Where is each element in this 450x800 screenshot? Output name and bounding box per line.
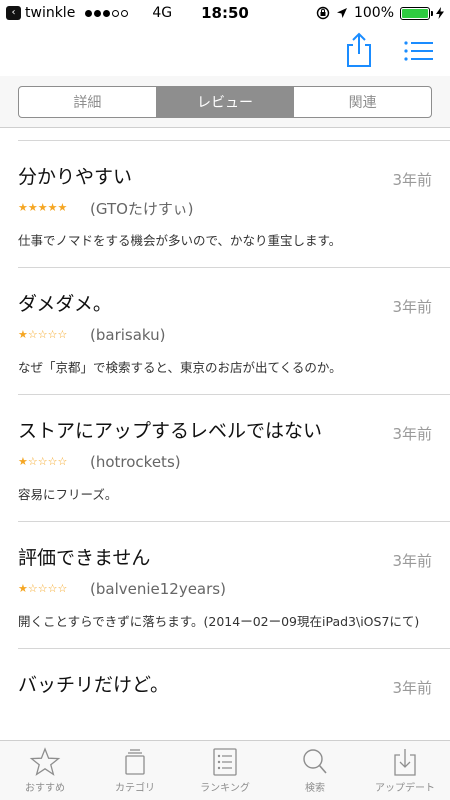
rating-stars: ★ ☆ ☆ ☆ ☆ (18, 329, 82, 341)
tab-categories[interactable]: カテゴリ (90, 741, 180, 800)
review-author: (balvenie12years) (90, 580, 226, 598)
segment-reviews[interactable]: レビュー (156, 87, 295, 117)
share-icon[interactable] (344, 32, 374, 68)
tab-label: おすすめ (25, 783, 65, 794)
rotation-lock-icon (316, 6, 330, 20)
star-icon (29, 747, 61, 776)
review-age: 3年前 (392, 552, 432, 570)
star-empty-icon: ☆ (47, 328, 58, 341)
charging-bolt-icon (436, 7, 444, 19)
rating-stars: ★ ★ ★ ★ ★ (18, 202, 82, 214)
segment-related[interactable]: 関連 (294, 87, 431, 117)
categories-icon (125, 749, 145, 775)
tab-updates[interactable]: アップデート (360, 741, 450, 800)
review-item[interactable]: バッチリだけど。 3年前 (0, 649, 450, 715)
star-filled-icon: ★ (18, 201, 28, 214)
star-empty-icon: ☆ (27, 582, 38, 595)
star-filled-icon: ★ (47, 201, 58, 214)
review-age: 3年前 (392, 679, 432, 697)
tab-ranking[interactable]: ランキング (180, 741, 270, 800)
battery-percent: 100% (353, 5, 394, 21)
star-filled-icon: ★ (37, 201, 48, 214)
review-title: 分かりやすい (18, 166, 133, 188)
review-item[interactable]: 評価できません 3年前 ★ ☆ ☆ ☆ ☆ (balvenie12years) 開くこと… (0, 522, 450, 648)
review-title: バッチリだけど。 (18, 674, 170, 696)
star-empty-icon: ☆ (47, 582, 58, 595)
ranking-icon (213, 748, 237, 776)
tab-search[interactable]: 検索 (270, 741, 360, 800)
rating-stars: ★ ☆ ☆ ☆ ☆ (18, 456, 82, 468)
location-arrow-icon (336, 8, 347, 18)
back-chevron-icon[interactable]: ‹ (6, 6, 21, 20)
review-age: 3年前 (392, 171, 432, 189)
tab-featured[interactable]: おすすめ (0, 741, 90, 800)
star-filled-icon: ★ (18, 328, 28, 341)
list-icon[interactable] (404, 40, 434, 62)
star-filled-icon: ★ (18, 582, 28, 595)
star-empty-icon: ☆ (57, 582, 68, 595)
review-title: ダメダメ。 (18, 293, 112, 315)
status-bar: ‹ twinkle 4G 18:50 100% (0, 0, 450, 26)
review-title: ストアにアップするレベルではない (18, 420, 323, 442)
segment-bar: 詳細 レビュー 関連 (0, 76, 450, 128)
reviews-list[interactable]: 分かりやすい 3年前 ★ ★ ★ ★ ★ (GTOたけすぃ) 仕事でノマドをする機会が多… (0, 140, 450, 740)
segment-details[interactable]: 詳細 (19, 87, 157, 117)
updates-icon (394, 749, 416, 776)
star-empty-icon: ☆ (37, 328, 48, 341)
star-empty-icon: ☆ (37, 582, 48, 595)
review-body: 仕事でノマドをする機会が多いので、かなり重宝します。 (18, 233, 342, 248)
review-author: (barisaku) (90, 326, 166, 344)
review-body: 開くことすらできずに落ちます。(2014ー02ー09現在iPad3\iOS7にて… (18, 614, 420, 629)
star-filled-icon: ★ (57, 201, 68, 214)
review-item[interactable]: ダメダメ。 3年前 ★ ☆ ☆ ☆ ☆ (barisaku) なぜ「京都」で検索すると、… (0, 268, 450, 394)
review-age: 3年前 (392, 425, 432, 443)
rating-stars: ★ ☆ ☆ ☆ ☆ (18, 583, 82, 595)
toolbar (0, 26, 450, 76)
review-item[interactable]: ストアにアップするレベルではない 3年前 ★ ☆ ☆ ☆ ☆ (hotrockets) … (0, 395, 450, 521)
tab-label: ランキング (200, 783, 250, 794)
tab-label: アップデート (375, 783, 435, 794)
star-empty-icon: ☆ (37, 455, 48, 468)
star-filled-icon: ★ (18, 455, 28, 468)
review-body: なぜ「京都」で検索すると、東京のお店が出てくるのか。 (18, 360, 342, 375)
search-icon (303, 749, 327, 774)
tab-label: 検索 (305, 783, 325, 794)
star-empty-icon: ☆ (27, 455, 38, 468)
review-age: 3年前 (392, 298, 432, 316)
review-item[interactable]: 分かりやすい 3年前 ★ ★ ★ ★ ★ (GTOたけすぃ) 仕事でノマドをする機会が多… (0, 141, 450, 267)
tab-label: カテゴリ (115, 783, 155, 794)
star-empty-icon: ☆ (57, 328, 68, 341)
review-body: 容易にフリーズ。 (18, 487, 118, 502)
battery-icon (400, 6, 433, 20)
tab-bar: おすすめ カテゴリ ランキング 検索 アップデート (0, 740, 450, 800)
segmented-control: 詳細 レビュー 関連 (18, 86, 432, 118)
review-title: 評価できません (18, 547, 151, 569)
star-empty-icon: ☆ (27, 328, 38, 341)
review-author: (GTOたけすぃ) (90, 199, 194, 218)
star-empty-icon: ☆ (47, 455, 58, 468)
review-author: (hotrockets) (90, 453, 181, 471)
signal-strength-icon (85, 9, 129, 17)
back-app-label[interactable]: twinkle (25, 5, 75, 21)
network-type: 4G (152, 5, 173, 21)
star-empty-icon: ☆ (57, 455, 68, 468)
star-filled-icon: ★ (27, 201, 38, 214)
